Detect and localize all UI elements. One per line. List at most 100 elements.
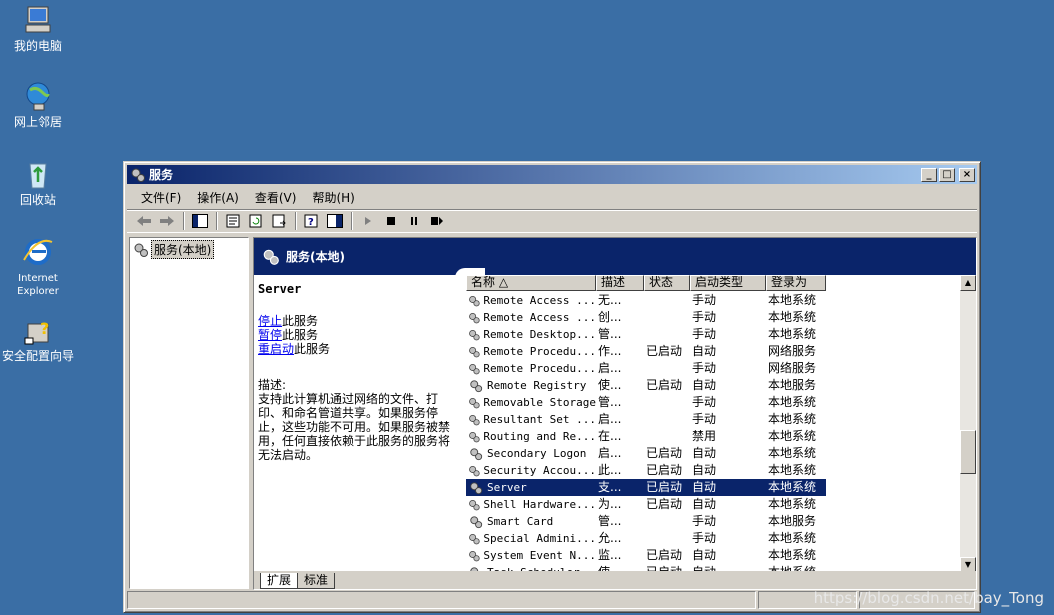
scroll-thumb[interactable] [960, 430, 976, 474]
service-row[interactable]: System Event N... 监... 已启动 自动 本地系统 [466, 547, 963, 564]
service-row[interactable]: Resultant Set ... 启... 手动 本地系统 [466, 411, 963, 428]
service-logon-cell: 本地系统 [768, 446, 817, 460]
properties-button[interactable] [222, 211, 244, 231]
my-computer-icon [25, 6, 51, 33]
stop-service-button[interactable] [380, 211, 402, 231]
back-button[interactable] [133, 211, 155, 231]
service-status-cell: 已启动 [646, 548, 683, 562]
service-logon-cell: 本地系统 [766, 479, 826, 496]
recycle-bin-icon [29, 163, 47, 189]
title-bar[interactable]: 服务 _ □ × [127, 165, 977, 184]
service-startup-cell: 手动 [692, 531, 717, 545]
service-gear-icon [469, 550, 480, 561]
service-description-cell: 创... [598, 310, 622, 324]
service-logon-cell: 本地系统 [768, 293, 817, 307]
forward-arrow-icon [160, 216, 174, 226]
menu-file[interactable]: 文件(F) [133, 189, 189, 206]
refresh-button[interactable] [245, 211, 267, 231]
desktop-icon-security-wizard[interactable]: ? 安全配置向导 [0, 314, 76, 363]
close-button[interactable]: × [959, 167, 975, 182]
restart-service-link[interactable]: 重启动 [258, 342, 294, 356]
service-row[interactable]: Remote Access ... 无... 手动 本地系统 [466, 292, 963, 309]
service-startup-cell: 手动 [692, 310, 717, 324]
desktop-icon-label: 我的电脑 [13, 39, 62, 53]
pause-service-button[interactable] [403, 211, 425, 231]
show-hide-tree-button[interactable] [189, 211, 211, 231]
service-name: Smart Card [487, 515, 554, 528]
help-button[interactable]: ? [301, 211, 323, 231]
restart-service-button[interactable] [426, 211, 448, 231]
service-row[interactable]: Remote Registry 使... 已启动 自动 本地服务 [466, 377, 963, 394]
console-tree-icon [192, 214, 208, 228]
column-description[interactable]: 描述 [596, 275, 644, 291]
service-startup-cell: 自动 [692, 446, 717, 460]
show-hide-action-pane-button[interactable] [324, 211, 346, 231]
desktop-icon-label: 回收站 [19, 193, 56, 207]
stop-service-link[interactable]: 停止 [258, 314, 282, 328]
menu-view[interactable]: 查看(V) [247, 189, 305, 206]
service-gear-icon [469, 397, 480, 408]
service-description-cell: 启... [598, 446, 622, 460]
tab-standard[interactable]: 标准 [297, 573, 336, 589]
service-logon-cell: 本地系统 [768, 395, 817, 409]
service-logon-cell: 本地系统 [768, 548, 817, 562]
extended-description-panel: Server 停止此服务 暂停此服务 重启动此服务 描述: 支持此计算机通过网络… [258, 282, 458, 462]
service-gear-icon [470, 447, 483, 460]
service-row[interactable]: Removable Storage 管... 手动 本地系统 [466, 394, 963, 411]
service-name: Remote Registry [487, 379, 587, 392]
service-name-cell: Resultant Set ... [466, 411, 596, 428]
service-row[interactable]: Smart Card 管... 手动 本地服务 [466, 513, 963, 530]
service-row[interactable]: Shell Hardware... 为... 已启动 自动 本地系统 [466, 496, 963, 513]
column-logon-as[interactable]: 登录为 [766, 275, 826, 291]
menu-help[interactable]: 帮助(H) [304, 189, 362, 206]
column-name[interactable]: 名称 △ [466, 275, 596, 291]
service-status-cell: 已启动 [646, 344, 683, 358]
service-gear-icon [470, 379, 483, 392]
desktop-icon-internet-explorer[interactable]: Internet Explorer [0, 236, 76, 298]
toolbar-separator [351, 212, 353, 230]
service-row[interactable]: Server 支... 已启动 自动 本地系统 [466, 479, 963, 496]
service-status-cell [644, 292, 690, 309]
services-list: 名称 △ 描述 状态 启动类型 登录为 Remote Access ... 无..… [466, 275, 976, 573]
pause-service-link[interactable]: 暂停 [258, 328, 282, 342]
desktop-icon-recycle-bin[interactable]: 回收站 [0, 158, 76, 207]
services-gear-icon [131, 168, 145, 182]
service-row[interactable]: Remote Desktop... 管... 手动 本地系统 [466, 326, 963, 343]
service-name: Remote Access ... [483, 311, 596, 324]
tree-item-services-local[interactable]: 服务(本地) [133, 240, 248, 259]
service-row[interactable]: Security Accou... 此... 已启动 自动 本地系统 [466, 462, 963, 479]
service-name: Remote Procedu... [483, 362, 596, 375]
desktop-icon-my-computer[interactable]: 我的电脑 [0, 4, 76, 53]
service-name-cell: Remote Procedu... [466, 343, 596, 360]
list-body: Remote Access ... 无... 手动 本地系统 Remote Access… [466, 292, 963, 573]
service-status-cell: 已启动 [646, 446, 683, 460]
service-status-cell: 已启动 [644, 479, 690, 496]
column-startup-type[interactable]: 启动类型 [690, 275, 766, 291]
service-name-cell: Special Admini... [466, 530, 596, 547]
vertical-scrollbar[interactable]: ▲ ▼ [960, 275, 976, 573]
menu-action[interactable]: 操作(A) [189, 189, 247, 206]
service-gear-icon [469, 465, 480, 476]
pane-header-title: 服务(本地) [286, 250, 345, 264]
service-row[interactable]: Remote Access ... 创... 手动 本地系统 [466, 309, 963, 326]
service-row[interactable]: Routing and Re... 在... 禁用 本地系统 [466, 428, 963, 445]
tab-extended[interactable]: 扩展 [260, 573, 299, 589]
minimize-button[interactable]: _ [921, 167, 937, 182]
service-name: Secondary Logon [487, 447, 587, 460]
service-row[interactable]: Secondary Logon 启... 已启动 自动 本地系统 [466, 445, 963, 462]
column-status[interactable]: 状态 [644, 275, 690, 291]
service-row[interactable]: Remote Procedu... 作... 已启动 自动 网络服务 [466, 343, 963, 360]
forward-button[interactable] [156, 211, 178, 231]
start-service-button[interactable] [357, 211, 379, 231]
scroll-up-button[interactable]: ▲ [960, 275, 976, 291]
maximize-button[interactable]: □ [939, 167, 955, 182]
service-row[interactable]: Special Admini... 允... 手动 本地系统 [466, 530, 963, 547]
stop-icon [387, 217, 395, 225]
service-row[interactable]: Remote Procedu... 启... 手动 网络服务 [466, 360, 963, 377]
export-list-button[interactable] [268, 211, 290, 231]
desktop-icon-network-places[interactable]: 网上邻居 [0, 80, 76, 129]
services-gear-icon [263, 249, 279, 265]
service-logon-cell: 本地服务 [768, 514, 817, 528]
console-tree: 服务(本地) [129, 237, 249, 589]
service-description: 描述: 支持此计算机通过网络的文件、打印、和命名管道共享。如果服务停止，这些功能… [258, 378, 454, 462]
